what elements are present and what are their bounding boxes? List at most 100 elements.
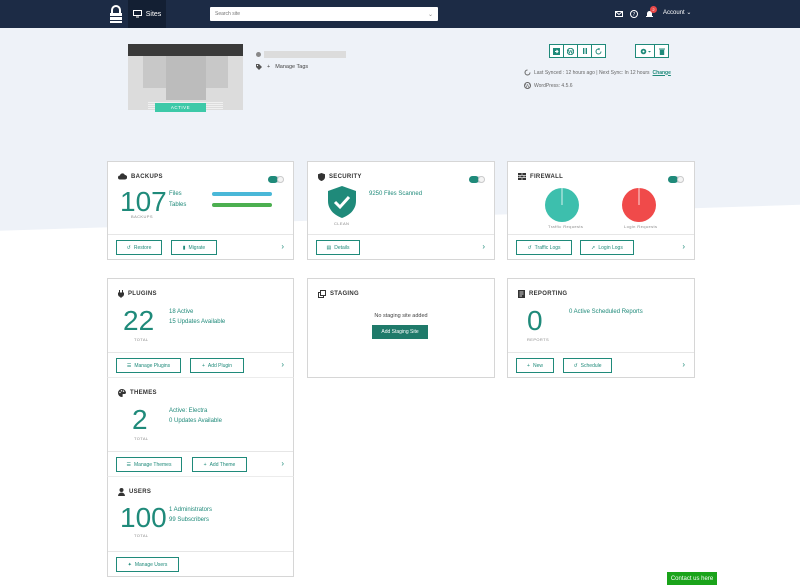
wordpress-version-text: WordPress: 4.5.6 [534,82,573,89]
sliders-icon: ☰ [126,461,132,468]
sliders-icon: ☰ [126,362,132,369]
users-title: USERS [129,489,152,495]
add-theme-button[interactable]: + Add Theme [192,457,247,472]
wordpress-icon: W [567,47,574,55]
plus-icon: + [201,362,205,369]
card-title: STAGING [318,290,359,298]
reports-count-label: REPORTS [527,337,550,342]
users-count: 100 [120,502,167,533]
open-admin-button[interactable] [549,44,564,58]
administrators-text: 1 Administrators [169,507,213,513]
restore-label: Restore [133,244,152,251]
add-theme-label: Add Theme [209,461,236,468]
account-menu[interactable]: Account ⌄ [663,9,691,16]
firewall-card: FIREWALL Traffic Requests Login Requests… [507,161,695,260]
chevron-right-icon[interactable]: › [281,242,284,251]
wordpress-button[interactable]: W [563,44,578,58]
sync-info: Last Synced : 12 hours ago | Next Sync: … [524,69,671,76]
delete-site-button[interactable] [654,44,669,58]
settings-dropdown-button[interactable] [635,44,655,58]
manage-plugins-button[interactable]: ☰ Manage Plugins [116,358,181,373]
site-actions: W [549,44,606,58]
new-report-button[interactable]: + New [516,358,554,373]
scheduled-reports-text: 0 Active Scheduled Reports [569,309,643,315]
users-card: USERS 100 TOTAL 1 Administrators 99 Subs… [107,476,294,577]
plugins-count: 22 [123,305,155,336]
active-theme-text: Active: Electra [169,408,208,414]
traffic-requests-label: Traffic Requests [548,224,584,229]
reports-count: 0 [527,305,543,336]
details-button[interactable]: ▤ Details [316,240,360,255]
files-scanned-text: 9250 Files Scanned [369,191,423,197]
pause-button[interactable] [577,44,592,58]
card-footer: ↺ Traffic Logs ➚ Login Logs › [508,234,694,259]
files-label: Files [169,191,182,197]
mail-icon[interactable] [613,8,625,20]
backups-count-label: BACKUPS [131,214,153,219]
staging-title: STAGING [330,291,359,297]
account-label: Account [663,10,685,16]
magic-wand-icon: ✦ [127,561,132,568]
subscribers-text: 99 Subscribers [169,517,210,523]
site-settings-actions [635,44,669,58]
plugins-updates-text: 15 Updates Available [169,319,226,325]
add-plugin-button[interactable]: + Add Plugin [190,358,244,373]
site-search[interactable]: ⌄ [210,7,438,21]
no-staging-text: No staging site added [374,313,428,319]
login-icon: ➚ [591,244,596,251]
tags-row: + Manage Tags [256,64,308,70]
firewall-icon [518,173,526,180]
plugins-active-text: 18 Active [169,309,194,315]
schedule-report-button[interactable]: ↺ Schedule [563,358,612,373]
firewall-title: FIREWALL [530,173,564,180]
card-title: BACKUPS [118,173,163,180]
user-icon [118,488,125,496]
pause-icon [582,48,587,54]
contact-us-button[interactable]: Contact us here [667,572,717,585]
plus-icon: + [527,362,530,369]
plus-icon[interactable]: + [267,64,270,70]
palette-icon [118,389,126,397]
brand-logo-icon[interactable] [108,4,124,24]
security-toggle[interactable] [469,176,485,183]
details-label: Details [334,244,350,251]
themes-updates-text: 0 Updates Available [169,418,222,424]
login-requests-label: Login Requests [624,224,658,229]
manage-users-button[interactable]: ✦ Manage Users [116,557,179,572]
site-thumbnail[interactable] [128,44,243,110]
backups-toggle[interactable] [268,176,284,183]
chevron-right-icon[interactable]: › [682,360,685,369]
notification-badge: 2 [650,6,657,13]
traffic-logs-button[interactable]: ↺ Traffic Logs [516,240,572,255]
sync-button[interactable] [591,44,606,58]
chevron-down-icon[interactable]: ⌄ [428,11,433,18]
site-name-redacted [264,51,346,58]
document-icon: ▤ [326,244,332,251]
chevron-right-icon[interactable]: › [482,242,485,251]
chevron-right-icon[interactable]: › [682,242,685,251]
card-title: USERS [118,488,151,496]
login-requests-pie [622,188,656,222]
add-staging-site-button[interactable]: Add Staging Site [372,325,428,339]
migrate-button[interactable]: ▮ Migrate [171,240,217,255]
svg-text:W: W [567,49,574,55]
help-icon[interactable]: ? [628,8,640,20]
wordpress-version: W WordPress: 4.5.6 [524,82,573,89]
chevron-down-icon: ⌄ [686,10,692,16]
shield-icon [318,173,325,181]
card-title: REPORTING [518,290,567,298]
shield-check-icon [328,186,356,218]
manage-tags-link[interactable]: Manage Tags [275,64,308,70]
chevron-right-icon[interactable]: › [281,360,284,369]
firewall-toggle[interactable] [668,176,684,183]
manage-themes-button[interactable]: ☰ Manage Themes [116,457,182,472]
restore-button[interactable]: ↺ Restore [116,240,162,255]
sites-tab[interactable]: Sites [128,0,166,28]
add-plugin-label: Add Plugin [207,362,233,369]
chevron-right-icon[interactable]: › [281,459,284,468]
folder-icon: ▮ [182,244,186,251]
new-report-label: New [532,362,543,369]
login-logs-button[interactable]: ➚ Login Logs [580,240,634,255]
change-sync-link[interactable]: Change [653,70,671,76]
search-input[interactable] [215,11,428,17]
